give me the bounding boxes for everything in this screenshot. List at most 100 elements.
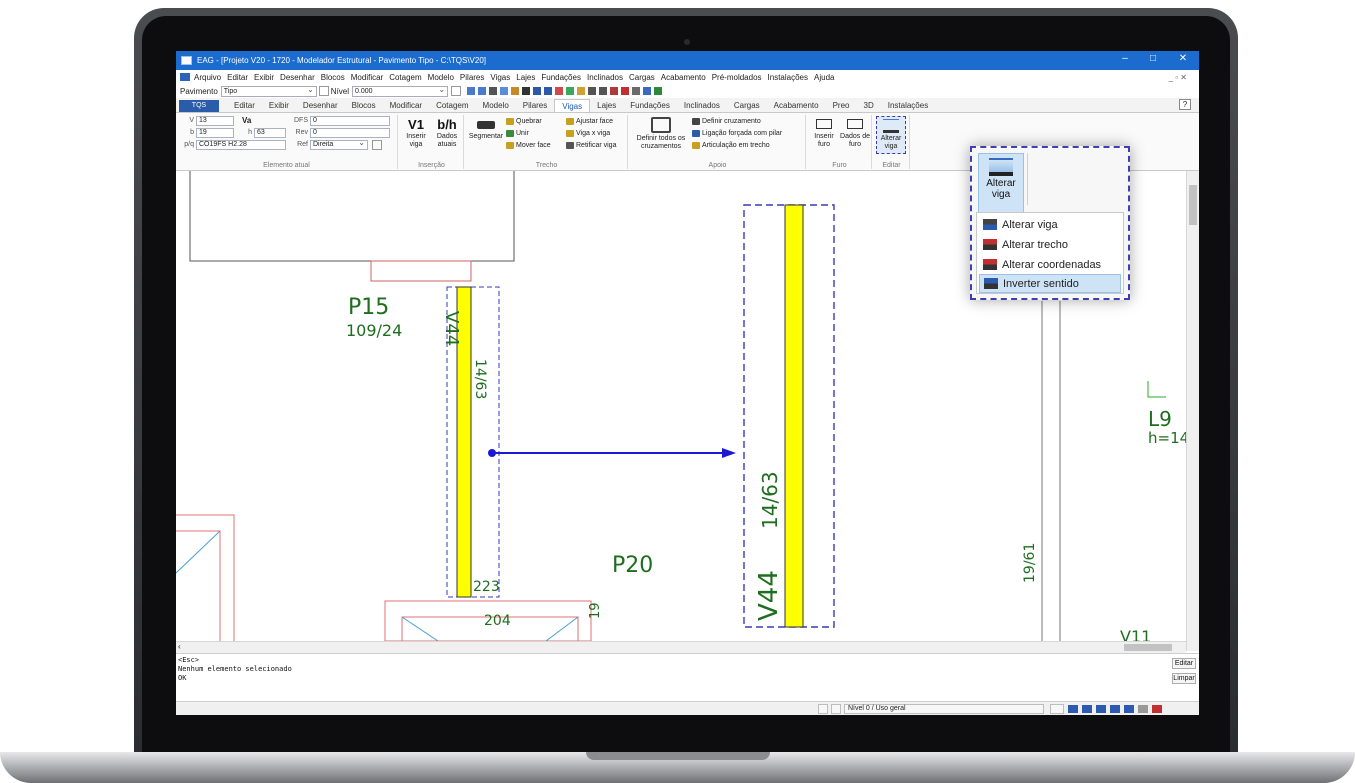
save-icon[interactable] bbox=[533, 87, 542, 95]
tab-preo[interactable]: Preo bbox=[826, 99, 857, 112]
quebrar-button[interactable]: Quebrar bbox=[506, 118, 542, 125]
save-all-icon[interactable] bbox=[544, 87, 553, 95]
horizontal-scrollbar[interactable]: ‹ bbox=[176, 641, 1186, 653]
marker-icon[interactable] bbox=[621, 87, 630, 95]
tab-pilares[interactable]: Pilares bbox=[516, 99, 554, 112]
menu-vigas[interactable]: Vigas bbox=[490, 73, 510, 82]
file-tab[interactable]: TQS bbox=[179, 100, 219, 112]
minimize-button[interactable]: – bbox=[1110, 53, 1140, 64]
horizontal-scroll-thumb[interactable] bbox=[1124, 644, 1172, 651]
alterar-viga-ribbon-button[interactable]: Alterar viga bbox=[876, 116, 906, 154]
find-icon[interactable] bbox=[522, 87, 531, 95]
help-icon[interactable]: ? bbox=[1179, 99, 1191, 110]
rev-field[interactable]: 0 bbox=[310, 128, 390, 138]
nivel-stepper[interactable] bbox=[318, 86, 329, 96]
menu-lajes[interactable]: Lajes bbox=[516, 73, 535, 82]
vertical-scroll-thumb[interactable] bbox=[1189, 185, 1197, 225]
copy-icon[interactable] bbox=[500, 87, 509, 95]
menu-acabamento[interactable]: Acabamento bbox=[661, 73, 706, 82]
tab-3d[interactable]: 3D bbox=[857, 99, 881, 112]
dados-atuais-button[interactable]: b/h Dados atuais bbox=[432, 117, 462, 149]
undo-icon[interactable] bbox=[467, 87, 476, 95]
menu-pilares[interactable]: Pilares bbox=[460, 73, 484, 82]
snap-status-icon[interactable] bbox=[1082, 705, 1092, 713]
retificar-viga-button[interactable]: Retificar viga bbox=[566, 142, 616, 149]
alert-icon[interactable] bbox=[1152, 705, 1162, 713]
limpar-console-button[interactable]: Limpar bbox=[1172, 673, 1196, 684]
editar-console-button[interactable]: Editar bbox=[1172, 658, 1196, 669]
ref-stepper[interactable] bbox=[372, 140, 382, 150]
tab-fundacoes[interactable]: Fundações bbox=[623, 99, 677, 112]
tab-lajes[interactable]: Lajes bbox=[590, 99, 623, 112]
zoom-icon[interactable] bbox=[632, 87, 641, 95]
measure-icon[interactable] bbox=[610, 87, 619, 95]
tab-blocos[interactable]: Blocos bbox=[345, 99, 383, 112]
polar-icon[interactable] bbox=[1096, 705, 1106, 713]
ref-select[interactable]: Direita bbox=[310, 139, 368, 150]
app-menu-icon[interactable] bbox=[180, 73, 190, 81]
tab-vigas[interactable]: Vigas bbox=[554, 99, 591, 112]
ortho-icon[interactable] bbox=[1068, 705, 1078, 713]
osnap-icon[interactable] bbox=[1124, 705, 1134, 713]
tab-inclinados[interactable]: Inclinados bbox=[677, 99, 727, 112]
inserir-furo-button[interactable]: Inserir furo bbox=[810, 119, 838, 149]
menu-desenhar[interactable]: Desenhar bbox=[280, 73, 315, 82]
menu-cotagem[interactable]: Cotagem bbox=[389, 73, 421, 82]
menu-blocos[interactable]: Blocos bbox=[321, 73, 345, 82]
tab-editar[interactable]: Editar bbox=[227, 99, 262, 112]
paste-icon[interactable] bbox=[511, 87, 520, 95]
tab-instalacoes[interactable]: Instalações bbox=[881, 99, 935, 112]
cut-icon[interactable] bbox=[489, 87, 498, 95]
layer-icon[interactable] bbox=[555, 87, 564, 95]
menu-inclinados[interactable]: Inclinados bbox=[587, 73, 623, 82]
tab-exibir[interactable]: Exibir bbox=[262, 99, 296, 112]
inserir-viga-button[interactable]: V1 Inserir viga bbox=[402, 117, 430, 149]
tab-acabamento[interactable]: Acabamento bbox=[767, 99, 826, 112]
menu-arquivo[interactable]: Arquivo bbox=[194, 73, 221, 82]
menu-item-inverter-sentido[interactable]: Inverter sentido bbox=[979, 274, 1121, 293]
redo-icon[interactable] bbox=[478, 87, 487, 95]
layer-status-icon[interactable] bbox=[1138, 705, 1148, 713]
pq-field[interactable]: CO19FS H2.28 bbox=[196, 140, 286, 150]
ligacao-forcada-button[interactable]: Ligação forçada com pilar bbox=[692, 130, 782, 137]
dados-furo-button[interactable]: Dados de furo bbox=[840, 119, 870, 149]
grid-icon[interactable] bbox=[566, 87, 575, 95]
dfs-field[interactable]: 0 bbox=[310, 116, 390, 126]
menu-item-alterar-viga[interactable]: Alterar viga bbox=[979, 215, 1121, 234]
close-button[interactable]: ✕ bbox=[1168, 53, 1198, 64]
pavimento-select[interactable]: Tipo bbox=[220, 85, 317, 97]
h-field[interactable]: 63 bbox=[254, 128, 286, 138]
viga-x-viga-button[interactable]: Viga x viga bbox=[566, 130, 610, 137]
nivel-stepper-2[interactable] bbox=[451, 86, 462, 96]
menu-fundacoes[interactable]: Fundações bbox=[541, 73, 581, 82]
nivel-select[interactable]: 0.000 bbox=[352, 85, 449, 97]
menu-item-alterar-coordenadas[interactable]: Alterar coordenadas bbox=[979, 255, 1121, 274]
menu-pre-moldados[interactable]: Pré-moldados bbox=[712, 73, 762, 82]
tab-cotagem[interactable]: Cotagem bbox=[429, 99, 475, 112]
menu-item-alterar-trecho[interactable]: Alterar trecho bbox=[979, 235, 1121, 254]
snap-icon[interactable] bbox=[577, 87, 586, 95]
menu-modelo[interactable]: Modelo bbox=[428, 73, 454, 82]
inner-window-controls[interactable]: _ ▫ ✕ bbox=[1169, 73, 1187, 82]
definir-cruzamento-button[interactable]: Definir cruzamento bbox=[692, 118, 761, 125]
b-field[interactable]: 19 bbox=[196, 128, 234, 138]
segmentar-button[interactable]: Segmentar bbox=[468, 121, 504, 141]
maximize-button[interactable]: □ bbox=[1138, 53, 1168, 64]
grid-status-icon[interactable] bbox=[1110, 705, 1120, 713]
menu-editar[interactable]: Editar bbox=[227, 73, 248, 82]
articulacao-button[interactable]: Articulação em trecho bbox=[692, 142, 770, 149]
filter-icon[interactable] bbox=[588, 87, 597, 95]
v-field[interactable]: 13 bbox=[196, 116, 234, 126]
tab-modificar[interactable]: Modificar bbox=[383, 99, 429, 112]
view-icon[interactable] bbox=[654, 87, 663, 95]
menu-cargas[interactable]: Cargas bbox=[629, 73, 655, 82]
menu-modificar[interactable]: Modificar bbox=[351, 73, 383, 82]
alterar-viga-big-button[interactable]: Alterar viga bbox=[978, 153, 1024, 213]
menu-ajuda[interactable]: Ajuda bbox=[814, 73, 834, 82]
tab-desenhar[interactable]: Desenhar bbox=[296, 99, 345, 112]
tab-modelo[interactable]: Modelo bbox=[476, 99, 516, 112]
definir-todos-button[interactable]: Definir todos os cruzamentos bbox=[634, 117, 688, 151]
zoom-window-icon[interactable] bbox=[643, 87, 652, 95]
ajustar-face-button[interactable]: Ajustar face bbox=[566, 118, 613, 125]
sum-icon[interactable] bbox=[599, 87, 608, 95]
